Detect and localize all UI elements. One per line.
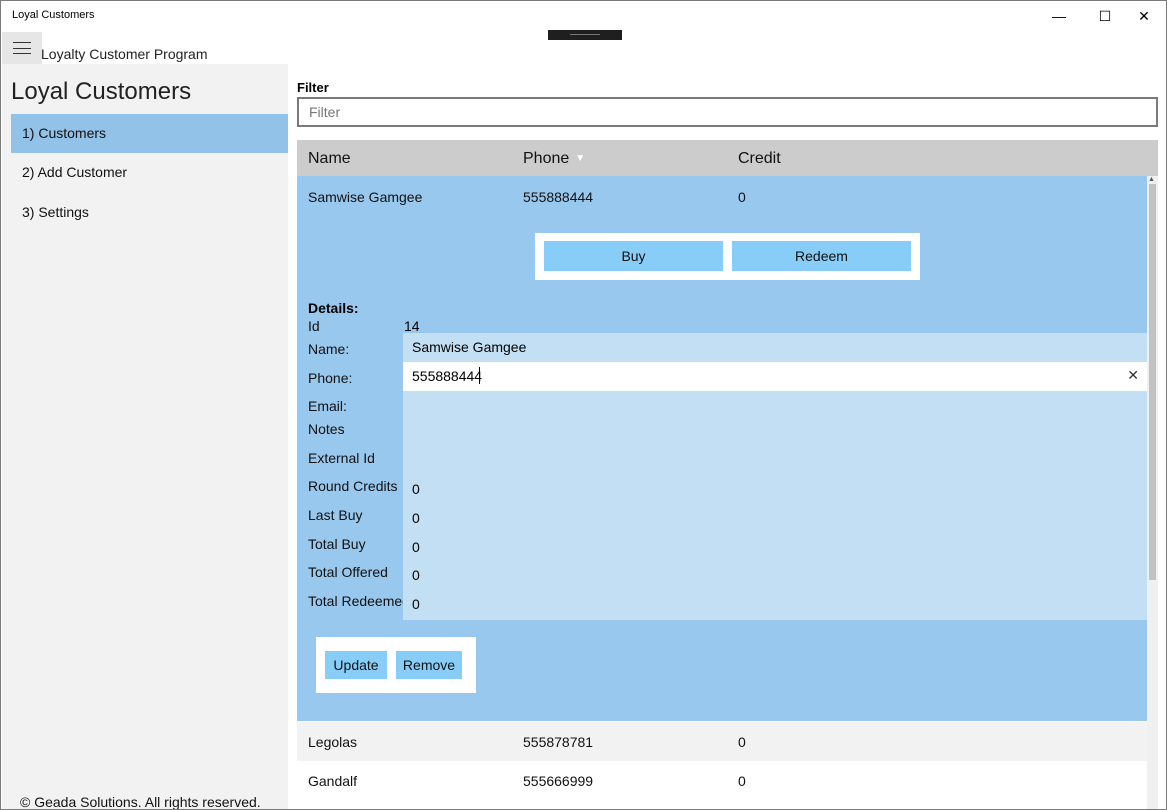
sort-descending-icon: ▼ (575, 153, 586, 164)
update-remove-panel: Update Remove (316, 637, 476, 693)
row-credit: 0 (738, 734, 746, 750)
name-label: Name: (308, 341, 350, 357)
row-phone: 555888444 (523, 189, 594, 205)
last-buy-label: Last Buy (308, 507, 363, 523)
round-credits-value: 0 (412, 481, 420, 497)
title-bar[interactable]: Loyal Customers — ☐ ✕ (1, 1, 1166, 31)
drag-handle[interactable] (548, 30, 622, 40)
id-label: Id (308, 318, 320, 334)
scroll-up-icon[interactable]: ▲ (1148, 176, 1155, 183)
buy-redeem-panel: Buy Redeem (535, 233, 920, 280)
notes-label: Notes (308, 421, 345, 437)
buy-button[interactable]: Buy (544, 241, 723, 271)
filter-label: Filter (297, 80, 329, 95)
details-values-panel: Samwise Gamgee 555888444 ✕ 0 0 0 0 0 (403, 333, 1147, 620)
sidebar-item-customers[interactable]: 1) Customers (11, 114, 288, 153)
app-title: Loyalty Customer Program (41, 46, 208, 62)
row-name: Samwise Gamgee (308, 189, 423, 205)
table-row-expanded[interactable]: Samwise Gamgee 555888444 0 Buy Redeem De… (297, 176, 1147, 721)
row-phone: 555878781 (523, 734, 594, 750)
total-redeemed-value: 0 (412, 596, 420, 612)
column-header-name[interactable]: Name (308, 150, 351, 168)
column-header-credit[interactable]: Credit (738, 150, 781, 168)
grid-header: Name Phone ▼ Credit (297, 140, 1158, 176)
redeem-button[interactable]: Redeem (732, 241, 911, 271)
pane-title: Loyal Customers (11, 78, 192, 105)
table-row[interactable]: Legolas 555878781 0 (297, 722, 1147, 761)
total-offered-value: 0 (412, 567, 420, 583)
row-name: Legolas (308, 734, 358, 750)
column-header-phone[interactable]: Phone ▼ (523, 150, 585, 168)
sidebar-item-settings[interactable]: 3) Settings (11, 193, 288, 232)
hamburger-menu-button[interactable] (2, 32, 42, 64)
round-credits-label: Round Credits (308, 478, 398, 494)
minimize-icon[interactable]: — (1036, 1, 1082, 31)
phone-label: Phone: (308, 370, 353, 386)
total-buy-value: 0 (412, 539, 420, 555)
sidebar: Loyal Customers 1) Customers 2) Add Cust… (2, 64, 288, 810)
row-credit: 0 (738, 189, 746, 205)
row-credit: 0 (738, 773, 746, 789)
hamburger-icon (13, 42, 31, 54)
update-button[interactable]: Update (325, 651, 387, 679)
vertical-scrollbar[interactable]: ▲ (1147, 176, 1158, 809)
column-header-phone-label: Phone (523, 150, 570, 167)
external-id-label: External Id (308, 450, 375, 466)
table-row[interactable]: Gandalf 555666999 0 (297, 761, 1147, 800)
total-redeemed-label: Total Redeemed (308, 593, 410, 609)
copyright-footer: © Geada Solutions. All rights reserved. (20, 794, 261, 810)
remove-button[interactable]: Remove (396, 651, 462, 679)
row-name: Gandalf (308, 773, 358, 789)
row-phone: 555666999 (523, 773, 594, 789)
app-window: Loyal Customers — ☐ ✕ Loyalty Customer P… (0, 0, 1167, 810)
clear-icon[interactable]: ✕ (1127, 367, 1139, 384)
phone-field[interactable]: 555888444 ✕ (403, 362, 1147, 391)
id-value: 14 (404, 318, 420, 334)
close-icon[interactable]: ✕ (1121, 1, 1166, 31)
details-heading: Details: (308, 300, 359, 316)
last-buy-value: 0 (412, 510, 420, 526)
window-title: Loyal Customers (12, 9, 95, 21)
filter-input[interactable] (297, 97, 1158, 127)
total-offered-label: Total Offered (308, 564, 388, 580)
text-caret (479, 367, 480, 384)
phone-field-value: 555888444 (412, 368, 483, 384)
sidebar-item-add-customer[interactable]: 2) Add Customer (11, 153, 288, 192)
total-buy-label: Total Buy (308, 536, 366, 552)
email-label: Email: (308, 398, 347, 414)
scrollbar-thumb[interactable] (1149, 184, 1156, 580)
name-field[interactable]: Samwise Gamgee (412, 339, 526, 355)
